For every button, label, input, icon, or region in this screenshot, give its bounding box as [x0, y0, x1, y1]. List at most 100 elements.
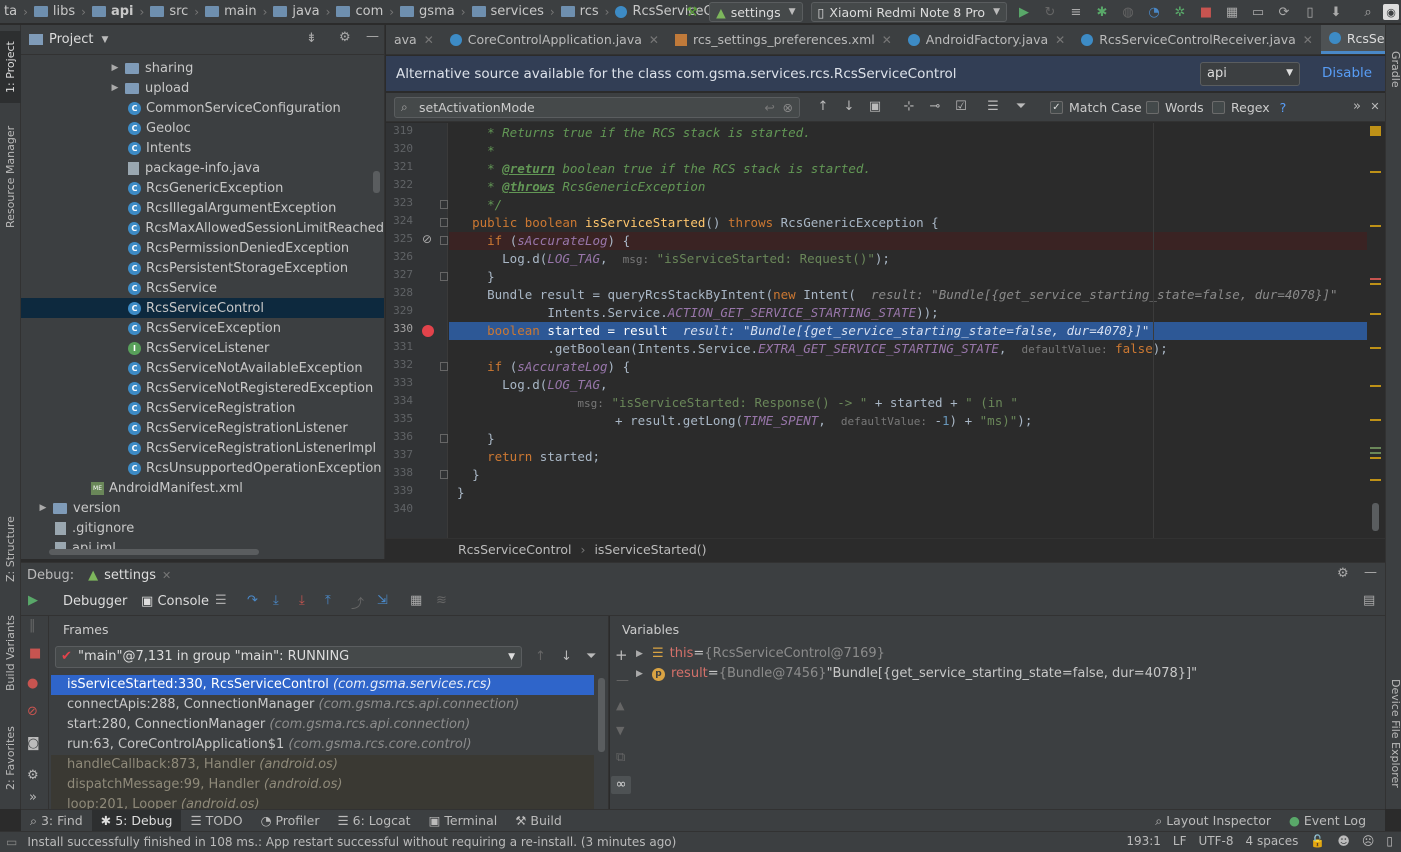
- nav-crumb-main[interactable]: main: [201, 4, 260, 19]
- tree-item[interactable]: api.iml: [21, 538, 384, 558]
- stack-frame[interactable]: connectApis:288, ConnectionManager (com.…: [51, 695, 594, 715]
- stack-frame[interactable]: run:63, CoreControlApplication$1 (com.gs…: [51, 735, 594, 755]
- remove-watch-icon[interactable]: —: [616, 673, 629, 688]
- next-frame-icon[interactable]: ↓: [561, 649, 572, 664]
- nav-crumb-java[interactable]: java: [269, 4, 323, 19]
- regex-help-icon[interactable]: ?: [1280, 100, 1287, 115]
- editor-tab[interactable]: CoreControlApplication.java ✕: [442, 25, 667, 54]
- breadcrumb-class[interactable]: RcsServiceControl: [458, 542, 571, 557]
- copy-icon[interactable]: ⧉: [616, 750, 625, 765]
- variable-row[interactable]: ▶ p result = {Bundle@7456} "Bundle[{get_se…: [636, 664, 1376, 684]
- status-message[interactable]: Install successfully finished in 108 ms.…: [27, 835, 676, 849]
- layout-editor-icon[interactable]: ▭: [1247, 1, 1269, 23]
- fold-marker-icon[interactable]: [440, 362, 448, 371]
- code-line[interactable]: * @throws RcsGenericException: [449, 178, 1385, 196]
- code-line[interactable]: }: [449, 430, 1385, 448]
- code-line[interactable]: Bundle result = queryRcsStackByIntent(ne…: [449, 286, 1385, 304]
- tree-item[interactable]: C RcsUnsupportedOperationException: [21, 458, 384, 478]
- coverage-icon[interactable]: ◍: [1117, 1, 1139, 23]
- tool-tab[interactable]: ⌕ 3: Find: [21, 810, 92, 832]
- filter-icon[interactable]: ⏷: [586, 649, 596, 664]
- tree-item[interactable]: ME AndroidManifest.xml: [21, 478, 384, 498]
- step-out-icon[interactable]: ⤒: [325, 593, 331, 608]
- nav-crumb-libs[interactable]: libs: [30, 4, 79, 19]
- tree-item[interactable]: C Geoloc: [21, 118, 384, 138]
- code-line[interactable]: msg: "isServiceStarted: Response() -> " …: [449, 394, 1385, 412]
- stack-frame[interactable]: dispatchMessage:99, Handler (android.os): [51, 775, 594, 795]
- tool-tab[interactable]: ◔ Profiler: [252, 810, 329, 832]
- fold-marker-icon[interactable]: [440, 218, 448, 227]
- code-line[interactable]: }: [449, 484, 1385, 502]
- tree-item[interactable]: C RcsServiceRegistration: [21, 398, 384, 418]
- more-options-icon[interactable]: »: [1348, 98, 1366, 116]
- watches-toggle-icon[interactable]: ∞: [611, 776, 631, 794]
- tree-item[interactable]: C RcsPermissionDeniedException: [21, 238, 384, 258]
- regex-checkbox[interactable]: Regex?: [1212, 100, 1286, 115]
- code-line[interactable]: Intents.Service.ACTION_GET_SERVICE_START…: [449, 304, 1385, 322]
- layout-icon[interactable]: ▤: [1363, 593, 1375, 608]
- tree-item[interactable]: .gitignore: [21, 518, 384, 538]
- expand-arrow-icon[interactable]: ▶: [109, 83, 121, 93]
- stack-frame[interactable]: isServiceStarted:330, RcsServiceControl …: [51, 675, 594, 695]
- tab-gradle[interactable]: Gradle: [1386, 51, 1401, 111]
- breakpoint-icon[interactable]: [422, 325, 434, 337]
- add-watch-icon[interactable]: +: [615, 646, 628, 664]
- thread-select[interactable]: ✔ "main"@7,131 in group "main": RUNNING …: [55, 646, 522, 668]
- inspector-icon[interactable]: ☻: [1337, 834, 1350, 848]
- tool-tab[interactable]: ⚒ Build: [506, 810, 571, 832]
- nav-crumb-api[interactable]: api: [88, 4, 138, 19]
- code-line[interactable]: + result.getLong(TIME_SPENT, defaultValu…: [449, 412, 1385, 430]
- warning-icon[interactable]: [1370, 126, 1381, 136]
- code-editor[interactable]: * Returns true if the RCS stack is start…: [449, 123, 1385, 538]
- code-line[interactable]: if (sAccurateLog) {: [449, 232, 1385, 250]
- show-execution-point-icon[interactable]: ☰: [215, 593, 227, 608]
- step-into-icon[interactable]: ⤓: [273, 593, 279, 608]
- editor-tab[interactable]: RcsServiceControlReceiver.java ✕: [1073, 25, 1321, 54]
- attach-debugger-icon[interactable]: ✲: [1169, 1, 1191, 23]
- tree-item[interactable]: ▶ upload: [21, 78, 384, 98]
- tree-item[interactable]: C RcsServiceNotAvailableException: [21, 358, 384, 378]
- rerun-icon[interactable]: ↻: [1039, 1, 1061, 23]
- indent-setting[interactable]: 4 spaces: [1246, 834, 1299, 848]
- more-icon[interactable]: »: [29, 790, 37, 805]
- variable-row[interactable]: ▶ ☰ this = {RcsServiceControl@7169}: [636, 644, 1376, 664]
- newline-icon[interactable]: ↩: [765, 98, 775, 117]
- debug-session-tab[interactable]: settings: [104, 568, 156, 583]
- nav-crumb-com[interactable]: com: [332, 4, 387, 19]
- close-icon[interactable]: ✕: [1366, 98, 1384, 116]
- tab-debugger[interactable]: Debugger: [63, 594, 127, 609]
- close-icon[interactable]: ✕: [1303, 33, 1313, 47]
- file-encoding[interactable]: UTF-8: [1199, 834, 1234, 848]
- memory-icon[interactable]: ☹: [1362, 834, 1375, 848]
- tree-item[interactable]: C RcsIllegalArgumentException: [21, 198, 384, 218]
- tree-item[interactable]: package-info.java: [21, 158, 384, 178]
- close-icon[interactable]: ✕: [882, 33, 892, 47]
- code-line[interactable]: [449, 502, 1385, 520]
- tool-tab[interactable]: ▣ Terminal: [420, 810, 507, 832]
- filter-icon[interactable]: ⏷: [1012, 98, 1030, 116]
- evaluate-expression-icon[interactable]: ▦: [410, 593, 422, 608]
- fold-marker-icon[interactable]: [440, 470, 448, 479]
- fold-marker-icon[interactable]: [440, 236, 448, 245]
- stop-icon[interactable]: ■: [1195, 1, 1217, 23]
- tree-item[interactable]: C RcsService: [21, 278, 384, 298]
- tab-build-variants[interactable]: Build Variants: [0, 609, 21, 697]
- caret-position[interactable]: 193:1: [1126, 834, 1161, 848]
- editor-tab[interactable]: ava ✕: [386, 25, 442, 54]
- tab-console[interactable]: ▣ Console: [141, 594, 209, 609]
- tree-item[interactable]: I RcsServiceListener: [21, 338, 384, 358]
- run-to-cursor-icon[interactable]: ⇲: [377, 593, 388, 608]
- drop-frame-icon[interactable]: ⤴: [351, 593, 364, 612]
- project-scrollbar[interactable]: [373, 171, 380, 193]
- nav-crumb-src[interactable]: src: [146, 4, 192, 19]
- code-line[interactable]: Log.d(LOG_TAG,: [449, 376, 1385, 394]
- tab-resource-manager[interactable]: Resource Manager: [0, 121, 21, 233]
- search-input[interactable]: ⌕ setActivationMode ⊗ ↩: [394, 97, 800, 118]
- tab-project[interactable]: 1: Project: [0, 31, 21, 103]
- lock-icon[interactable]: 🔓: [1310, 834, 1325, 848]
- tree-item[interactable]: ▶ sharing: [21, 58, 384, 78]
- sync-gradle-icon[interactable]: ⟳: [1273, 1, 1295, 23]
- code-line[interactable]: }: [449, 466, 1385, 484]
- tree-item[interactable]: C RcsServiceControl: [21, 298, 384, 318]
- filter-lines-icon[interactable]: ☰: [984, 98, 1002, 116]
